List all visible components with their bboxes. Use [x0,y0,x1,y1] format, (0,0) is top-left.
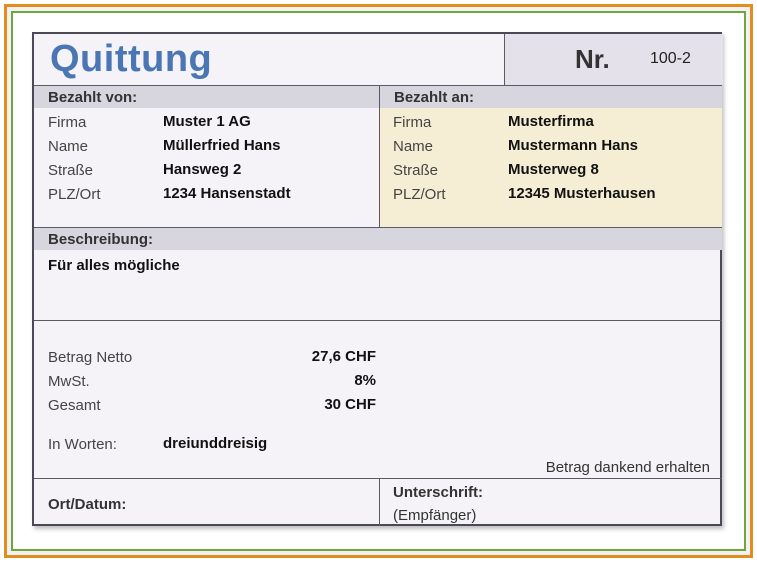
payee-header: Bezahlt an: [380,86,722,108]
payer-label-name: Name [48,138,89,155]
payee-label-strasse: Straße [393,162,439,179]
amount-total-value: 30 CHF [324,396,376,413]
amount-words-value: dreiunddreisig [163,435,268,452]
receipt-number-label: Nr. [575,44,610,74]
receipt-number-value: 100-2 [650,50,691,67]
payee-value-firma: Musterfirma [508,113,594,130]
receipt-sheet: Quittung Nr. 100-2 Bezahlt von: Bezahlt … [32,32,723,526]
payee-value-strasse: Musterweg 8 [508,161,599,178]
divider-description-bottom [34,320,722,321]
signature-label: Unterschrift: [393,484,484,501]
payer-value-firma: Muster 1 AG [163,113,251,130]
payer-value-plz-ort: 1234 Hansenstadt [163,185,291,202]
payer-label-firma: Firma [48,114,87,131]
signature-sublabel: (Empfänger) [393,507,477,524]
payer-value-name: Müllerfried Hans [163,137,281,154]
amount-net-label: Betrag Netto [48,349,133,366]
payer-value-strasse: Hansweg 2 [163,161,242,178]
divider-parties [379,86,380,227]
receipt-number-box: Nr. 100-2 [504,34,723,85]
payee-label-name: Name [393,138,434,155]
receipt-title: Quittung [50,38,213,80]
payer-label-strasse: Straße [48,162,94,179]
payee-label-firma: Firma [393,114,432,131]
payee-value-plz-ort: 12345 Musterhausen [508,185,656,202]
amount-net-value: 27,6 CHF [311,348,376,365]
payee-value-name: Mustermann Hans [508,137,639,154]
place-date-label: Ort/Datum: [48,496,127,513]
description-text: Für alles mögliche [48,257,180,274]
received-note: Betrag dankend erhalten [545,459,710,476]
payer-label-plz-ort: PLZ/Ort [48,186,101,203]
description-header: Beschreibung: [34,228,722,250]
divider-footer [34,478,722,479]
amount-total-label: Gesamt [48,397,101,414]
divider-footer-vertical [379,478,380,526]
amount-vat-label: MwSt. [48,373,90,390]
amount-vat-value: 8% [354,372,376,389]
payee-label-plz-ort: PLZ/Ort [393,186,446,203]
amount-words-label: In Worten: [48,436,117,453]
payer-header: Bezahlt von: [34,86,379,108]
